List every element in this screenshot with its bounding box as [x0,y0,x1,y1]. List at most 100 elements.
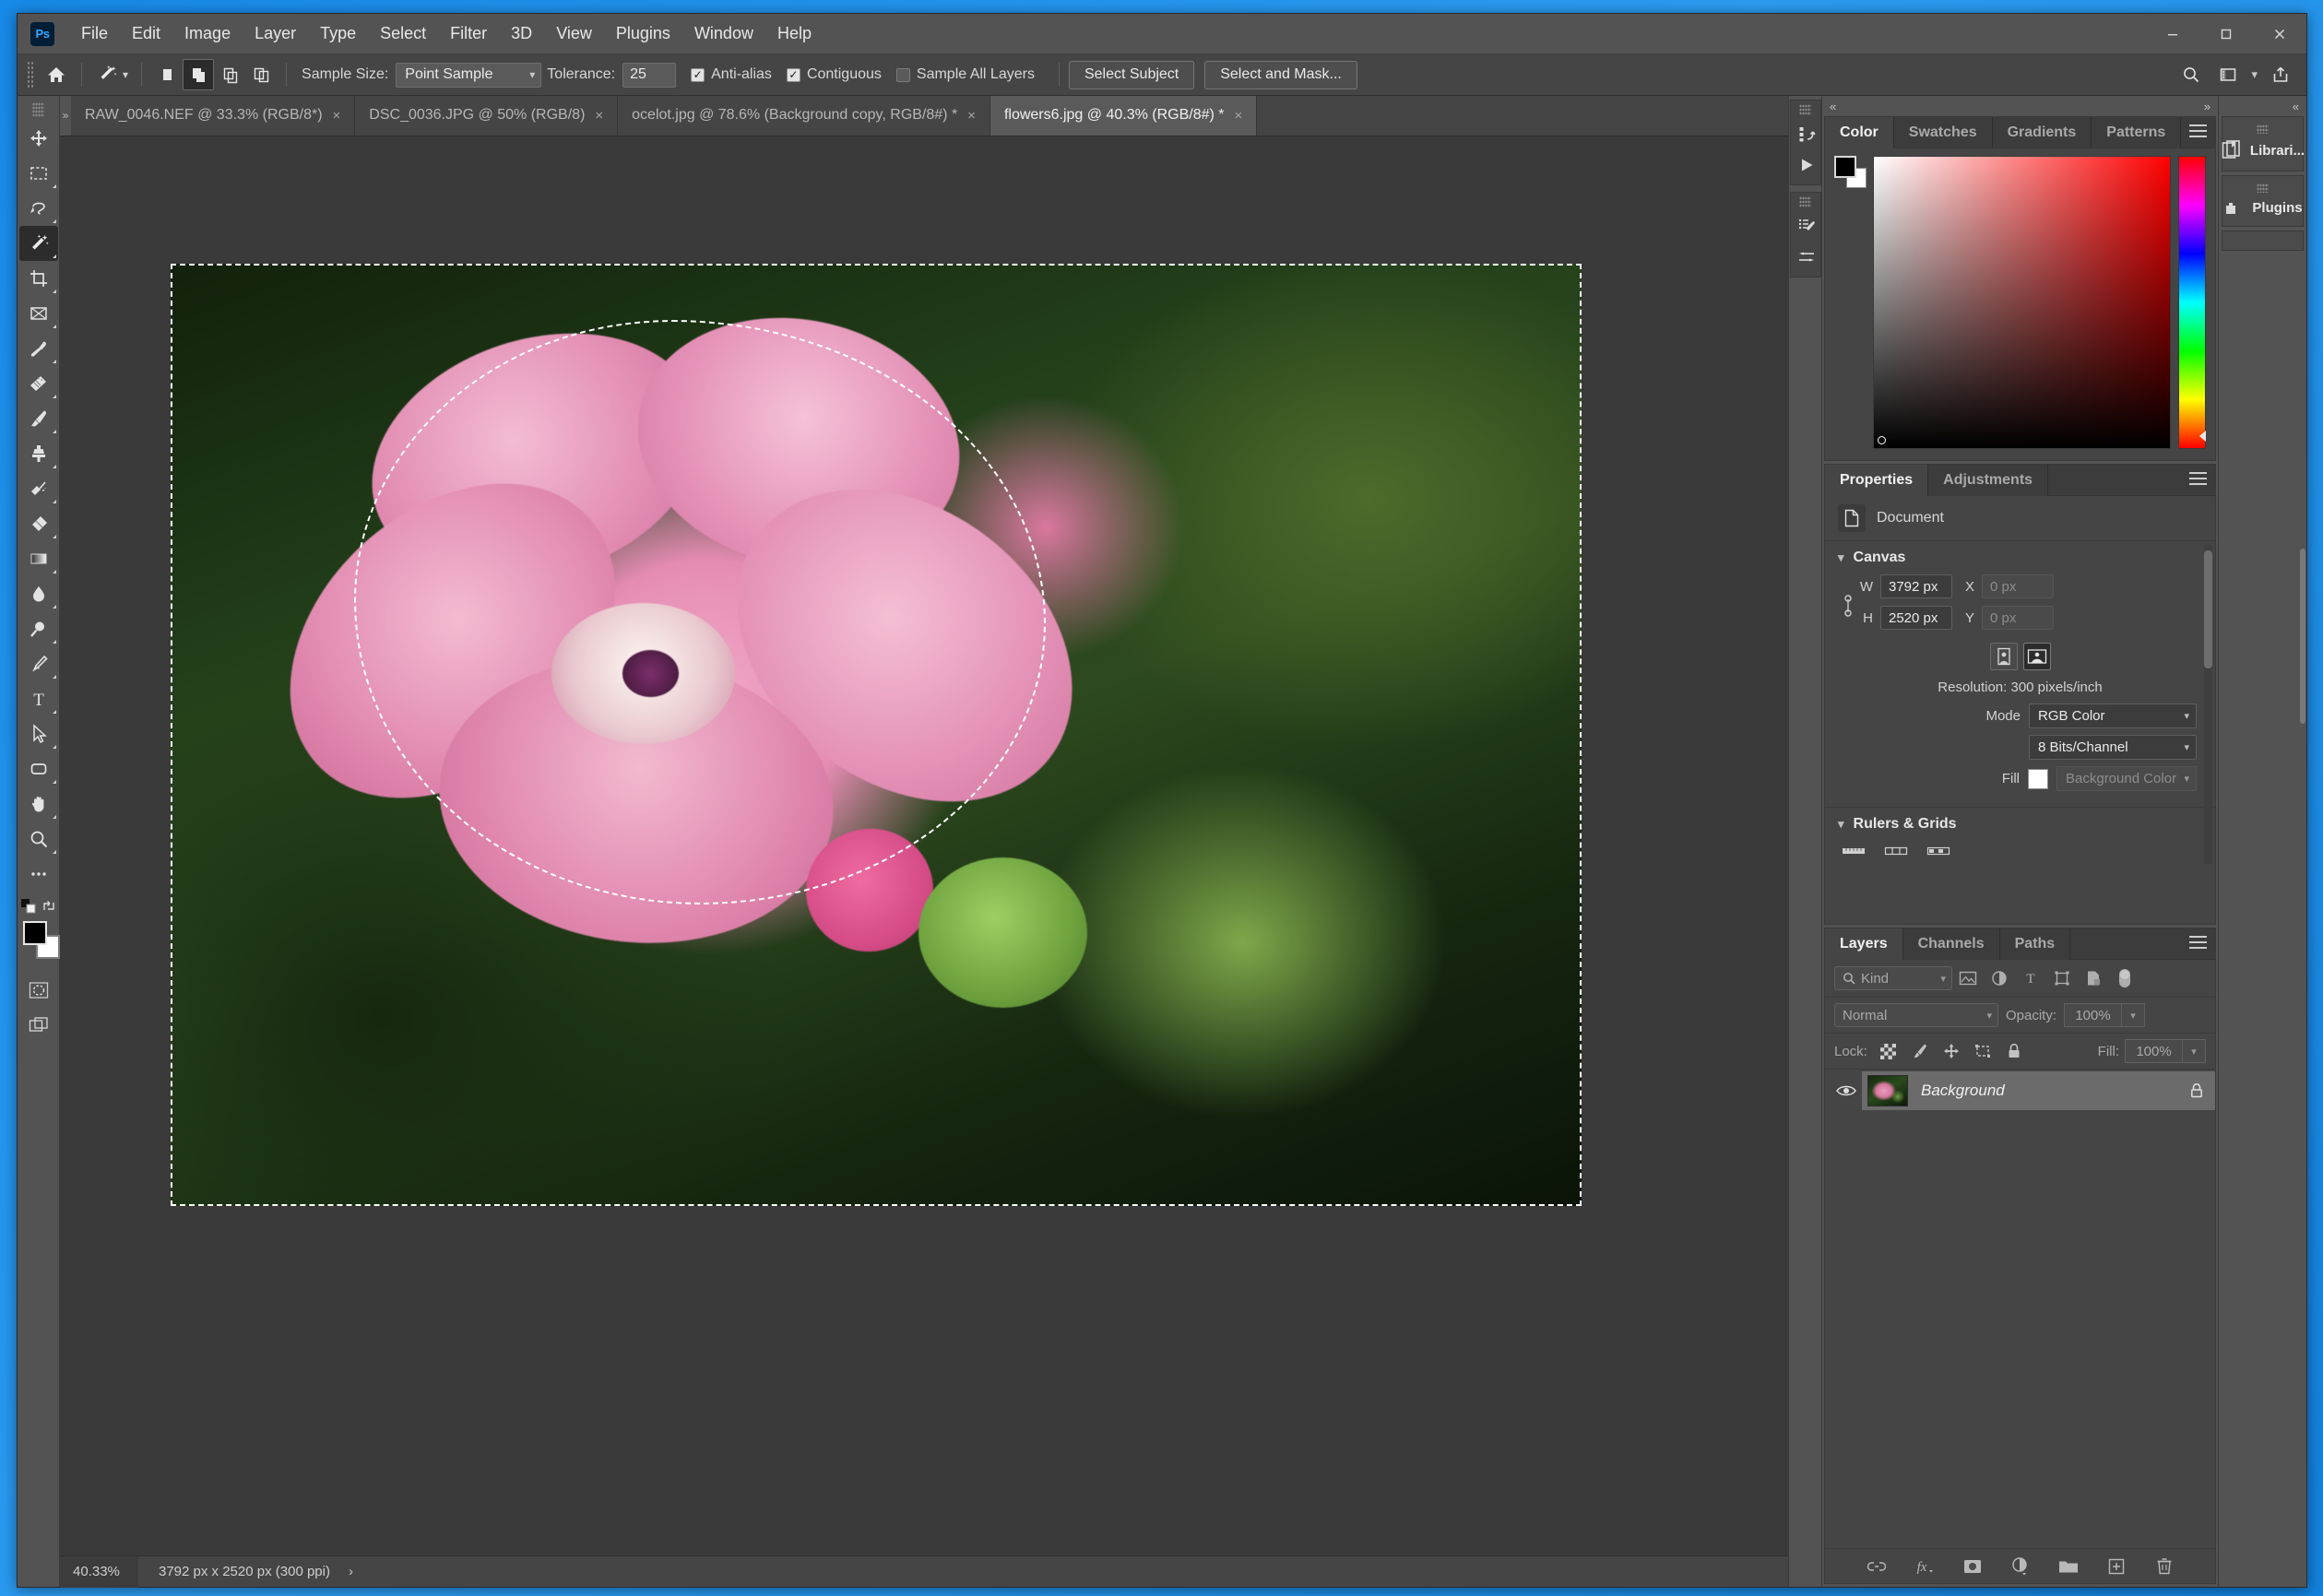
sample-size-select[interactable]: Point Sample ▾ [396,62,542,88]
magic-wand-icon[interactable] [91,59,123,90]
spot-healing-brush-tool[interactable] [19,366,58,401]
panel-menu-icon[interactable] [2189,472,2207,485]
landscape-orientation-button[interactable] [2022,643,2051,670]
collapse-panels-icon[interactable]: « [1830,100,1836,113]
panel-dock-empty-slot[interactable] [2222,231,2304,251]
lock-transparency-icon[interactable] [1876,1039,1902,1063]
foreground-color-swatch[interactable] [1834,156,1856,178]
collapse-panels-icon[interactable]: « [2293,100,2299,113]
ruler-icon[interactable] [1842,845,1866,857]
panel-menu-icon[interactable] [2189,124,2207,137]
dodge-tool[interactable] [19,611,58,646]
menu-3d[interactable]: 3D [499,20,544,47]
filter-shape-icon[interactable] [2046,966,2078,990]
fill-value[interactable]: 100% [2125,1039,2182,1063]
tabs-overflow-icon[interactable]: » [60,95,71,136]
contiguous-checkbox[interactable]: ✓ Contiguous [786,66,882,83]
far-dock-scrollbar[interactable] [2300,549,2305,724]
clone-stamp-tool[interactable] [19,436,58,471]
tab-swatches[interactable]: Swatches [1893,117,1993,148]
tolerance-input[interactable]: 25 [622,62,677,88]
adjustment-layer-icon[interactable] [2009,1555,2033,1578]
share-icon[interactable] [2264,59,2297,90]
toolbar-grip[interactable] [32,102,44,117]
tab-gradients[interactable]: Gradients [1992,117,2092,148]
layer-item[interactable]: Background [1862,1071,2215,1110]
foreground-color-swatch[interactable] [22,921,47,945]
tab-properties[interactable]: Properties [1825,465,1929,496]
hand-tool[interactable] [19,786,58,822]
panel-button-plugins[interactable]: Plugins [2222,175,2304,227]
rail-grip[interactable] [1799,104,1811,115]
filter-adjustment-icon[interactable] [1984,966,2015,990]
tab-adjustments[interactable]: Adjustments [1928,465,2049,496]
screen-mode-icon[interactable] [19,1008,58,1043]
play-icon[interactable] [1791,149,1822,181]
magic-wand-tool[interactable] [18,226,58,261]
filter-smart-object-icon[interactable] [2078,966,2109,990]
maximize-button[interactable] [2199,14,2253,54]
filter-toggle-icon[interactable] [2109,966,2140,990]
tab-channels[interactable]: Channels [1902,928,2000,960]
color-panel-swatches[interactable] [1834,156,1867,188]
delete-layer-icon[interactable] [2152,1555,2176,1578]
link-layers-icon[interactable] [1865,1555,1889,1578]
document-tab-ocelot[interactable]: ocelot.jpg @ 78.6% (Background copy, RGB… [618,95,990,136]
blend-mode-select[interactable]: Normal ▾ [1834,1003,1998,1027]
path-selection-tool[interactable] [19,716,58,751]
menu-select[interactable]: Select [368,20,438,47]
minimize-button[interactable] [2146,14,2199,54]
intersect-with-selection-icon[interactable] [245,59,277,90]
menu-file[interactable]: File [69,20,120,47]
layer-mask-icon[interactable] [1961,1555,1985,1578]
opacity-value[interactable]: 100% [2064,1003,2122,1027]
rectangle-tool[interactable] [19,751,58,786]
height-input[interactable]: 2520 px [1880,606,1952,630]
tab-patterns[interactable]: Patterns [2092,117,2182,148]
tool-preset-chevron-down-icon[interactable]: ▾ [123,68,128,81]
gradient-tool[interactable] [19,541,58,576]
color-field[interactable] [1873,156,2171,449]
rulers-grids-section-header[interactable]: ▾ Rulers & Grids [1825,808,2215,841]
layer-row-background[interactable]: Background [1825,1070,2215,1112]
y-input[interactable]: 0 px [1982,606,2054,630]
history-brush-tool[interactable] [19,471,58,506]
close-icon[interactable]: × [333,108,341,124]
swap-colors-icon[interactable] [41,898,57,915]
horizontal-type-tool[interactable]: T [19,681,58,716]
layer-list[interactable]: Background [1825,1070,2215,1548]
status-expand-icon[interactable]: › [349,1564,353,1579]
search-icon[interactable] [2175,59,2208,90]
close-icon[interactable]: × [1235,108,1243,124]
rail-grip[interactable] [1799,196,1811,207]
panel-button-libraries[interactable]: Librari... [2222,116,2305,171]
crop-tool[interactable] [19,261,58,296]
fill-stepper[interactable]: 100% ▾ [2125,1039,2206,1063]
layer-name[interactable]: Background [1921,1082,2176,1100]
pen-tool[interactable] [19,646,58,681]
panel-grip[interactable] [2257,124,2269,134]
document-tab-flowers6[interactable]: flowers6.jpg @ 40.3% (RGB/8#) * × [990,95,1258,136]
quick-mask-icon[interactable] [19,973,58,1008]
bit-depth-select[interactable]: 8 Bits/Channel ▾ [2029,735,2197,760]
new-selection-icon[interactable] [151,59,183,90]
lock-image-icon[interactable] [1907,1039,1933,1063]
lasso-tool[interactable] [19,191,58,226]
color-mode-select[interactable]: RGB Color ▾ [2029,703,2197,728]
blur-tool[interactable] [19,576,58,611]
home-icon[interactable] [41,59,72,90]
zoom-tool[interactable] [19,822,58,857]
guides-icon[interactable] [1884,845,1908,857]
select-subject-button[interactable]: Select Subject [1068,60,1195,89]
chevron-down-icon[interactable]: ▾ [2248,67,2260,82]
lock-position-icon[interactable] [1938,1039,1964,1063]
width-input[interactable]: 3792 px [1880,574,1952,598]
filter-kind-select[interactable]: Kind ▾ [1834,966,1952,990]
brush-presets-icon[interactable] [1791,242,1822,273]
panel-menu-icon[interactable] [2189,936,2207,949]
menu-edit[interactable]: Edit [120,20,172,47]
sample-all-layers-checkbox[interactable]: Sample All Layers [895,66,1035,83]
add-to-selection-icon[interactable] [183,59,215,90]
document-image[interactable] [171,264,1582,1206]
new-group-icon[interactable] [2056,1555,2080,1578]
